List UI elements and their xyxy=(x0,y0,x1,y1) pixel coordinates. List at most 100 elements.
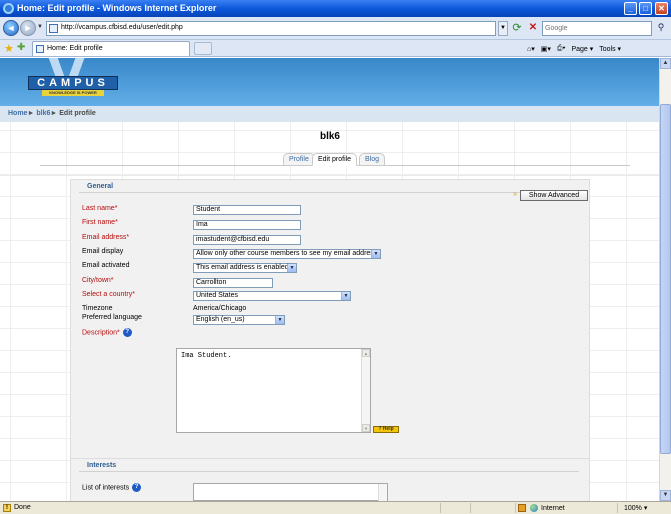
required-mark: * xyxy=(126,234,130,241)
language-value: English (en_us) xyxy=(196,316,245,323)
address-dropdown-button[interactable]: ▼ xyxy=(498,21,508,36)
address-url[interactable]: http://vcampus.cfbisd.edu/user/edit.php xyxy=(61,24,183,31)
editor-help-badge[interactable]: ? Help xyxy=(373,426,399,433)
address-bar[interactable]: http://vcampus.cfbisd.edu/user/edit.php xyxy=(46,21,496,36)
scroll-down-icon[interactable]: ▼ xyxy=(362,424,370,432)
country-label-text: Select a country xyxy=(82,291,133,298)
zoom-label: 100% xyxy=(624,505,642,512)
page-menu[interactable]: Page ▾ xyxy=(571,45,593,53)
page-title: blk6 xyxy=(319,131,340,142)
home-icon[interactable]: ⌂▾ xyxy=(527,45,535,53)
help-icon[interactable]: ? xyxy=(132,483,142,492)
tab-edit-profile[interactable]: Edit profile xyxy=(312,153,358,166)
security-zone[interactable]: Internet xyxy=(530,504,565,512)
chevron-down-icon: ▼ xyxy=(371,250,380,258)
scroll-thumb[interactable] xyxy=(660,104,671,454)
new-tab-button[interactable] xyxy=(194,42,212,55)
required-mark: * xyxy=(132,291,135,298)
breadcrumb-separator: ► xyxy=(50,110,58,117)
city-field[interactable]: Carrollton xyxy=(193,278,273,288)
breadcrumb-separator: ► xyxy=(27,110,35,117)
breadcrumb-home-link[interactable]: Home xyxy=(8,110,27,117)
email-label: Email address* xyxy=(82,234,129,241)
forward-icon[interactable]: ► xyxy=(20,20,36,36)
status-text: Done xyxy=(14,504,31,511)
search-box[interactable] xyxy=(542,21,652,36)
close-button[interactable]: ✕ xyxy=(655,2,668,15)
add-favorites-icon[interactable]: ✚ xyxy=(17,42,25,53)
email-activated-value: This email address is enabled xyxy=(196,264,289,271)
description-editor[interactable]: Ima Student. ▲ ▼ xyxy=(176,348,371,433)
stop-icon[interactable]: ✕ xyxy=(526,21,540,36)
site-logo[interactable]: V CAMPUS KNOWLEDGE IS POWER xyxy=(28,58,118,100)
chevron-down-icon: ▼ xyxy=(275,316,284,324)
description-label: Description*? xyxy=(82,328,132,337)
internet-globe-icon xyxy=(530,504,538,512)
interests-editor[interactable] xyxy=(193,483,388,501)
protected-mode-icon[interactable] xyxy=(518,504,526,512)
back-icon[interactable]: ◄ xyxy=(3,20,19,36)
tools-menu[interactable]: Tools ▾ xyxy=(599,45,621,53)
email-display-select[interactable]: Allow only other course members to see m… xyxy=(193,249,381,259)
breadcrumb-current: Edit profile xyxy=(59,110,96,117)
email-label-text: Email address xyxy=(82,234,127,241)
interests-label: List of interests? xyxy=(82,483,142,492)
required-mark: * xyxy=(110,277,114,284)
maximize-button[interactable]: □ xyxy=(639,2,652,15)
status-pane-divider xyxy=(617,503,618,513)
page-icon xyxy=(36,45,44,53)
email-display-value: Allow only other course members to see m… xyxy=(196,250,378,257)
search-input[interactable] xyxy=(545,23,649,34)
page-viewport: V CAMPUS KNOWLEDGE IS POWER Home► blk6► … xyxy=(0,58,659,501)
scroll-up-icon[interactable]: ▲ xyxy=(660,58,671,69)
site-banner: V CAMPUS KNOWLEDGE IS POWER xyxy=(0,58,659,106)
print-icon[interactable]: ⎙▾ xyxy=(557,45,566,53)
tools-menu-label: Tools xyxy=(599,45,616,53)
first-name-field[interactable]: Ima xyxy=(193,220,301,230)
history-dropdown-icon[interactable]: ▼ xyxy=(37,24,43,30)
logo-slogan: KNOWLEDGE IS POWER xyxy=(42,90,104,96)
window-title: Home: Edit profile - Windows Internet Ex… xyxy=(17,3,217,13)
tab-profile[interactable]: Profile xyxy=(283,153,315,166)
email-activated-label: Email activated xyxy=(82,262,130,269)
scroll-down-icon[interactable]: ▼ xyxy=(660,490,671,501)
last-name-field[interactable]: Student xyxy=(193,205,301,215)
feeds-icon[interactable]: ▣▾ xyxy=(541,45,551,53)
breadcrumb-course-link[interactable]: blk6 xyxy=(36,110,50,117)
tab-blog[interactable]: Blog xyxy=(359,153,386,166)
country-select[interactable]: United States ▼ xyxy=(193,291,351,301)
ie-logo-icon xyxy=(3,3,14,14)
command-bar: ⌂▾ ▣▾ ⎙▾ Page ▾ Tools ▾ xyxy=(527,42,621,55)
general-fieldset: General xyxy=(70,179,590,501)
divider xyxy=(0,175,659,176)
editor-scrollbar[interactable]: ▲ ▼ xyxy=(361,349,370,432)
minimize-button[interactable]: _ xyxy=(624,2,637,15)
scroll-up-icon[interactable]: ▲ xyxy=(362,349,370,357)
done-icon: ! xyxy=(3,504,11,512)
email-activated-select[interactable]: This email address is enabled ▼ xyxy=(193,263,297,273)
profile-tabs: Profile Edit profile Blog xyxy=(0,153,659,166)
email-field[interactable]: imastudent@cfbisd.edu xyxy=(193,235,301,245)
advanced-marker-icon: » xyxy=(513,191,517,198)
help-icon[interactable]: ? xyxy=(122,328,132,337)
description-text[interactable]: Ima Student. xyxy=(181,352,231,360)
zoom-level[interactable]: 100% ▾ xyxy=(624,504,647,512)
status-pane-divider xyxy=(440,503,441,513)
breadcrumb: Home► blk6► Edit profile xyxy=(0,106,659,122)
tab-bar: ★ ✚ Home: Edit profile ⌂▾ ▣▾ ⎙▾ Page ▾ T… xyxy=(0,40,671,57)
timezone-value: America/Chicago xyxy=(193,305,247,312)
description-label-text: Description xyxy=(82,329,118,337)
browser-tab[interactable]: Home: Edit profile xyxy=(32,41,190,56)
refresh-icon[interactable]: ⟳ xyxy=(510,21,524,36)
page-icon xyxy=(49,24,58,33)
last-name-label: Last name* xyxy=(82,205,117,212)
first-name-label: First name* xyxy=(82,219,118,226)
chevron-down-icon: ▼ xyxy=(341,292,350,300)
search-icon[interactable]: ⚲ xyxy=(654,22,668,35)
show-advanced-button[interactable]: Show Advanced xyxy=(520,190,588,201)
first-name-label-text: First name xyxy=(82,219,116,226)
language-select[interactable]: English (en_us) ▼ xyxy=(193,315,285,325)
page-scrollbar[interactable]: ▲ ▼ xyxy=(659,58,671,501)
editor-scrollbar[interactable] xyxy=(378,484,387,501)
favorites-star-icon[interactable]: ★ xyxy=(4,42,14,55)
